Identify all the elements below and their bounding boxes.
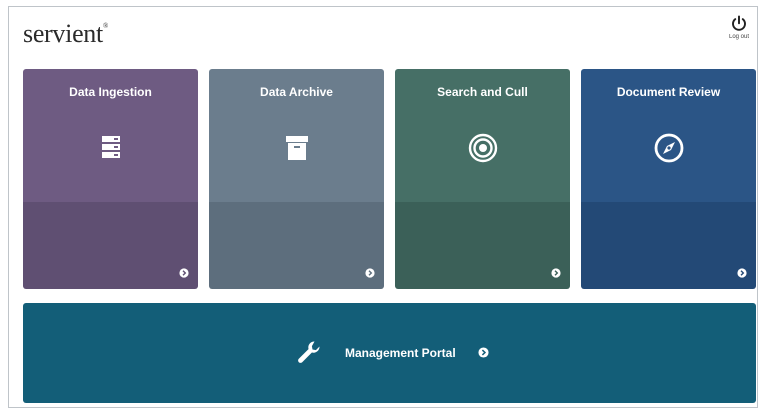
app-frame: servient® Log out Data Ingestion Data Ar… <box>8 6 758 408</box>
tile-title: Data Archive <box>260 85 333 99</box>
tile-bottom-panel <box>581 202 756 289</box>
tile-title: Search and Cull <box>437 85 528 99</box>
compass-icon <box>654 133 683 163</box>
archive-box-icon <box>285 136 308 160</box>
logout-button[interactable]: Log out <box>725 15 753 40</box>
tile-data-archive[interactable]: Data Archive <box>209 69 384 289</box>
power-icon <box>732 15 746 31</box>
arrow-circle-icon[interactable] <box>551 268 561 278</box>
tile-bottom-panel <box>23 202 198 289</box>
servient-logo: servient® <box>23 19 108 49</box>
target-icon <box>468 133 497 163</box>
logout-label: Log out <box>728 34 750 40</box>
tile-data-ingestion[interactable]: Data Ingestion <box>23 69 198 289</box>
management-portal-label: Management Portal <box>345 346 456 360</box>
management-portal-banner[interactable]: Management Portal <box>23 303 756 403</box>
logo-text-suffix: ent <box>72 19 103 48</box>
wrench-icon <box>298 341 320 363</box>
tile-bottom-panel <box>209 202 384 289</box>
tile-document-review[interactable]: Document Review <box>581 69 756 289</box>
arrow-circle-icon[interactable] <box>179 268 189 278</box>
arrow-circle-icon[interactable] <box>365 268 375 278</box>
tile-title: Document Review <box>616 85 721 99</box>
server-icon <box>101 136 120 158</box>
tile-bottom-panel <box>395 202 570 289</box>
tile-search-and-cull[interactable]: Search and Cull <box>395 69 570 289</box>
logo-text-prefix: serv <box>23 19 66 48</box>
logo-registered-mark: ® <box>102 22 108 30</box>
arrow-circle-icon[interactable] <box>737 268 747 278</box>
arrow-circle-icon[interactable] <box>478 347 489 358</box>
tile-title: Data Ingestion <box>69 85 152 99</box>
